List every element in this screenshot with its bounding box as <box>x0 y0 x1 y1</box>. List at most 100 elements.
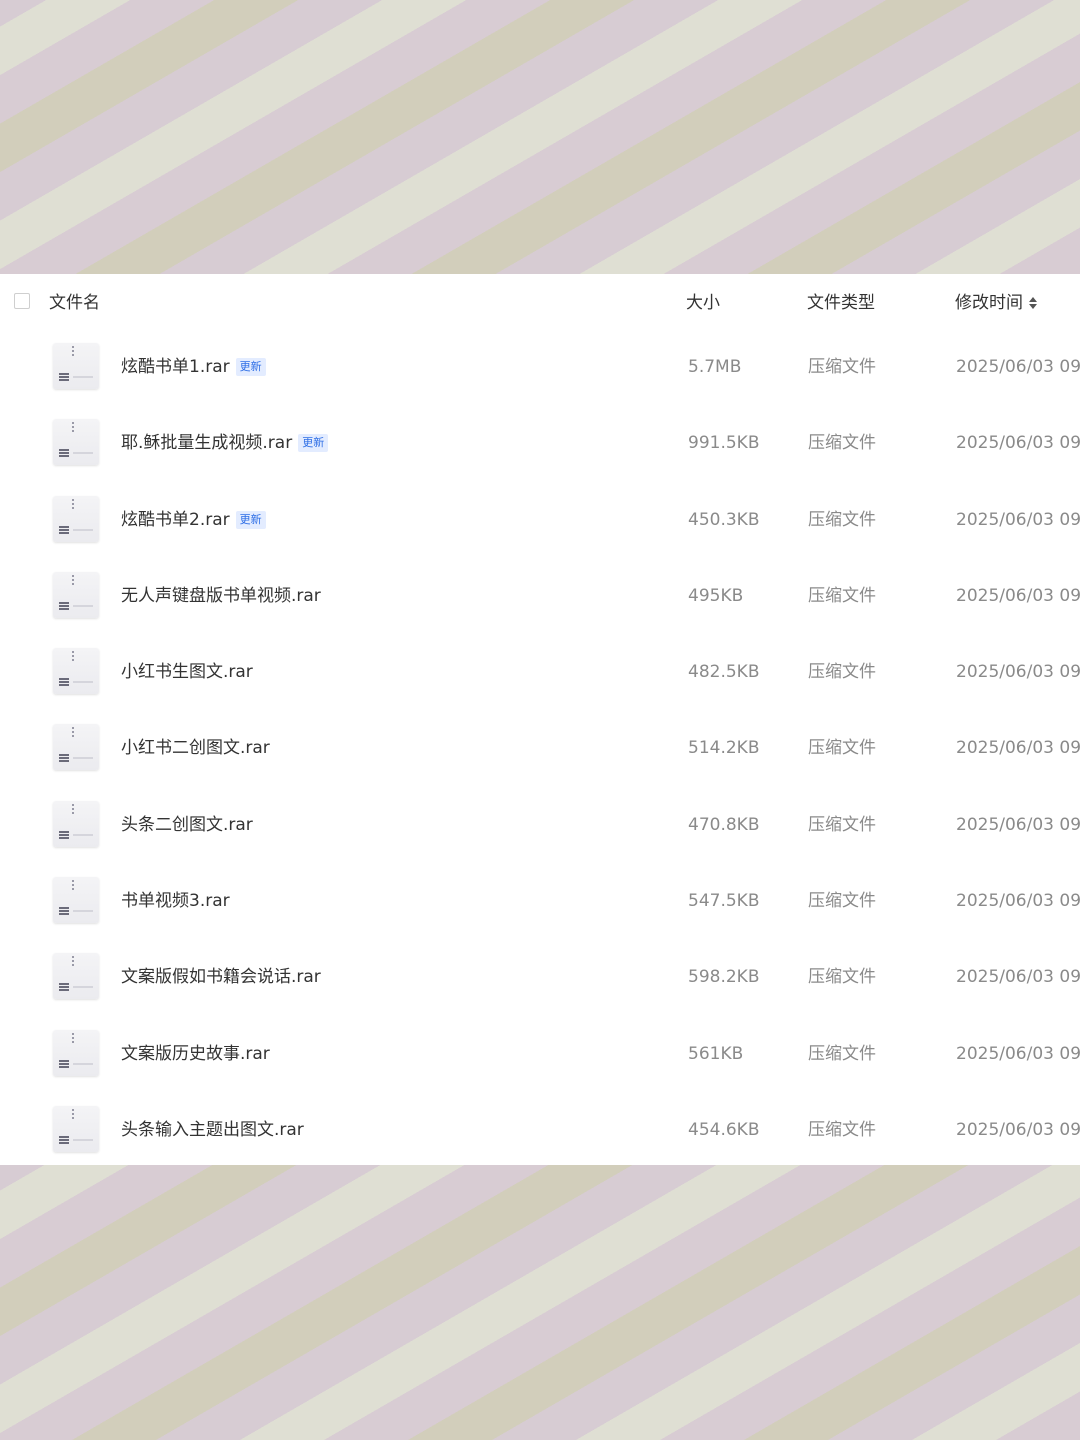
update-badge: 更新 <box>235 358 266 376</box>
file-name[interactable]: 小红书生图文.rar <box>121 661 253 683</box>
file-type: 压缩文件 <box>808 1043 876 1064</box>
file-list-panel: 文件名 大小 文件类型 修改时间 炫酷书单1.rar 更新 5.7MB 压缩文件 202… <box>0 274 1080 1165</box>
archive-label-mark <box>73 1062 93 1065</box>
file-name-text: 头条输入主题出图文.rar <box>121 1119 304 1140</box>
file-name[interactable]: 文案版假如书籍会说话.rar <box>121 966 321 988</box>
file-row[interactable]: 小红书生图文.rar 482.5KB 压缩文件 2025/06/03 09:2 <box>0 634 1080 710</box>
file-row[interactable]: 文案版历史故事.rar 561KB 压缩文件 2025/06/03 09:2 <box>0 1016 1080 1092</box>
file-type: 压缩文件 <box>808 662 876 683</box>
file-size: 454.6KB <box>688 1119 760 1140</box>
archive-lines-mark <box>59 373 69 381</box>
file-name-text: 文案版假如书籍会说话.rar <box>121 967 321 988</box>
column-header-modified-time[interactable]: 修改时间 <box>955 292 1037 314</box>
archive-lines-mark <box>59 983 69 992</box>
file-size: 547.5KB <box>688 891 760 912</box>
update-badge: 更新 <box>298 434 329 453</box>
file-size: 991.5KB <box>688 433 760 454</box>
zipper-mark <box>72 574 80 585</box>
archive-label-mark <box>73 910 93 913</box>
file-type: 压缩文件 <box>808 357 876 377</box>
zipper-mark <box>72 422 80 433</box>
archive-lines-mark <box>59 1059 69 1068</box>
archive-label-mark <box>73 1138 93 1141</box>
archive-label-mark <box>73 376 93 378</box>
file-row[interactable]: 头条输入主题出图文.rar 454.6KB 压缩文件 2025/06/03 09:2 <box>0 1092 1080 1165</box>
file-type: 压缩文件 <box>808 891 876 912</box>
file-list: 炫酷书单1.rar更新5.7MB压缩文件2025/06/03 09:2耶.稣批量… <box>0 329 1080 1165</box>
file-row[interactable]: 书单视频3.rar 547.5KB 压缩文件 2025/06/03 09:2 <box>0 863 1080 939</box>
file-modified-time: 2025/06/03 09:2 <box>956 738 1080 759</box>
file-modified-time: 2025/06/03 09:2 <box>956 1119 1080 1140</box>
archive-label-mark <box>73 757 93 760</box>
file-size: 495KB <box>688 585 744 606</box>
archive-lines-mark <box>59 754 69 763</box>
file-row[interactable]: 小红书二创图文.rar 514.2KB 压缩文件 2025/06/03 09:2 <box>0 710 1080 786</box>
column-header-size[interactable]: 大小 <box>686 292 720 314</box>
rar-archive-icon <box>53 648 99 695</box>
rar-archive-icon <box>53 419 99 466</box>
file-name-text: 小红书生图文.rar <box>121 662 253 683</box>
column-header-type[interactable]: 文件类型 <box>807 292 875 314</box>
archive-lines-mark <box>59 907 69 916</box>
rar-archive-icon <box>53 724 99 771</box>
archive-label-mark <box>73 452 93 455</box>
zipper-mark <box>72 651 80 662</box>
file-name[interactable]: 头条输入主题出图文.rar <box>121 1119 304 1141</box>
update-badge: 更新 <box>235 510 266 529</box>
file-name-text: 头条二创图文.rar <box>121 814 253 835</box>
file-name-text: 文案版历史故事.rar <box>121 1043 270 1064</box>
file-name[interactable]: 文案版历史故事.rar <box>121 1043 270 1065</box>
archive-lines-mark <box>59 525 69 534</box>
zipper-mark <box>72 1032 80 1043</box>
file-type: 压缩文件 <box>808 433 876 454</box>
file-modified-time: 2025/06/03 09:2 <box>956 509 1080 530</box>
file-name[interactable]: 炫酷书单2.rar 更新 <box>121 509 266 531</box>
file-row[interactable]: 炫酷书单1.rar 更新 5.7MB 压缩文件 2025/06/03 09:2 <box>0 329 1080 405</box>
archive-lines-mark <box>59 601 69 610</box>
file-type: 压缩文件 <box>808 1119 876 1140</box>
file-row[interactable]: 头条二创图文.rar 470.8KB 压缩文件 2025/06/03 09:2 <box>0 787 1080 863</box>
rar-archive-icon <box>53 1029 99 1076</box>
file-modified-time: 2025/06/03 09:2 <box>956 967 1080 988</box>
file-row[interactable]: 耶.稣批量生成视频.rar 更新 991.5KB 压缩文件 2025/06/03 09:… <box>0 405 1080 481</box>
file-type: 压缩文件 <box>808 509 876 530</box>
archive-label-mark <box>73 604 93 607</box>
file-type: 压缩文件 <box>808 585 876 606</box>
file-type: 压缩文件 <box>808 814 876 835</box>
file-name-text: 炫酷书单2.rar <box>121 509 230 530</box>
file-name[interactable]: 炫酷书单1.rar 更新 <box>121 356 266 378</box>
archive-label-mark <box>73 528 93 531</box>
archive-label-mark <box>73 833 93 836</box>
file-row[interactable]: 无人声键盘版书单视频.rar 495KB 压缩文件 2025/06/03 09:2 <box>0 558 1080 634</box>
file-list-header: 文件名 大小 文件类型 修改时间 <box>0 274 1080 332</box>
file-row[interactable]: 炫酷书单2.rar 更新 450.3KB 压缩文件 2025/06/03 09:2 <box>0 482 1080 558</box>
file-name-text: 炫酷书单1.rar <box>121 357 230 377</box>
rar-archive-icon <box>53 953 99 1000</box>
file-name-text: 耶.稣批量生成视频.rar <box>121 433 293 454</box>
file-size: 561KB <box>688 1043 744 1064</box>
file-modified-time: 2025/06/03 09:2 <box>956 1043 1080 1064</box>
archive-lines-mark <box>59 678 69 687</box>
rar-archive-icon <box>53 343 99 389</box>
file-modified-time: 2025/06/03 09:2 <box>956 585 1080 606</box>
file-type: 压缩文件 <box>808 967 876 988</box>
file-modified-time: 2025/06/03 09:2 <box>956 814 1080 835</box>
select-all-checkbox[interactable] <box>14 293 30 309</box>
column-header-modified-time-label: 修改时间 <box>955 293 1023 313</box>
file-name[interactable]: 耶.稣批量生成视频.rar 更新 <box>121 432 329 454</box>
column-header-name[interactable]: 文件名 <box>49 292 100 314</box>
file-row[interactable]: 文案版假如书籍会说话.rar 598.2KB 压缩文件 2025/06/03 09:2 <box>0 939 1080 1015</box>
file-name[interactable]: 头条二创图文.rar <box>121 814 253 836</box>
rar-archive-icon <box>53 495 99 542</box>
rar-archive-icon <box>53 800 99 847</box>
archive-lines-mark <box>59 1135 69 1144</box>
file-name[interactable]: 无人声键盘版书单视频.rar <box>121 585 321 607</box>
file-size: 514.2KB <box>688 738 760 759</box>
file-name[interactable]: 书单视频3.rar <box>121 890 230 912</box>
file-size: 482.5KB <box>688 662 760 683</box>
sort-icon[interactable] <box>1029 297 1037 309</box>
file-modified-time: 2025/06/03 09:2 <box>956 891 1080 912</box>
file-name[interactable]: 小红书二创图文.rar <box>121 737 270 759</box>
zipper-mark <box>72 727 80 738</box>
zipper-mark <box>72 346 80 356</box>
